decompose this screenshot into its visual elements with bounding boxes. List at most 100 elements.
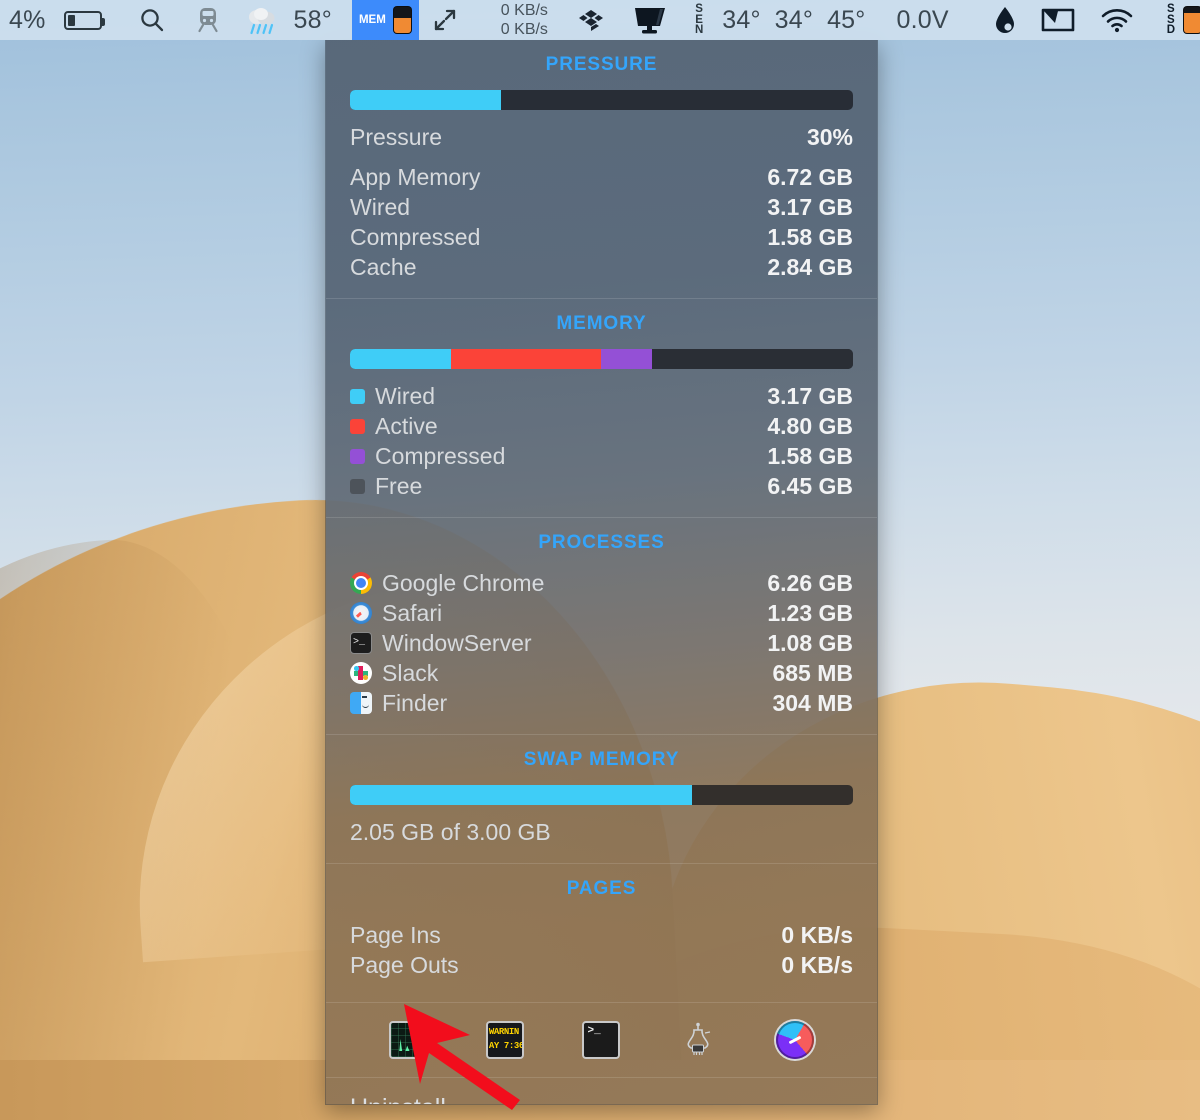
display-item[interactable] [623,0,686,40]
pressure-row-value: 30% [806,124,853,150]
compressed-label: Compressed [350,224,481,250]
wired-label: Wired [350,194,411,220]
spotlight-search-item[interactable] [111,0,187,40]
app-memory-label: App Memory [350,164,481,190]
pages-section-title: PAGES [566,878,637,899]
memory-bar-icon [392,6,412,34]
page-ins-value: 0 KB/s [781,922,853,948]
activity-monitor-icon[interactable] [389,1021,428,1059]
active-swatch [350,418,365,434]
section-swap-memory: SWAP MEMORY 2.05 GB of 3.00 GB [326,734,877,863]
process-row[interactable]: WindowServer 1.08 GB [350,628,853,658]
mem-indicator-item[interactable]: MEM [351,0,419,40]
uninstall-label: Uninstall... [350,1094,467,1104]
memory-bar-seg-wired [350,349,451,369]
process-row[interactable]: Google Chrome 6.26 GB [350,568,853,598]
ssd-item[interactable]: SSD [1158,0,1200,40]
system-information-icon[interactable] [679,1021,717,1059]
pressure-bar [350,90,853,110]
process-row[interactable]: Finder 304 MB [350,688,853,718]
process-row[interactable]: Slack 685 MB [350,658,853,688]
cache-row: Cache 2.84 GB [350,252,853,282]
display-icon [634,8,665,34]
memory-free-label: Free [375,473,423,499]
process-value: 6.26 GB [767,570,853,596]
compressed-value: 1.58 GB [767,224,853,250]
pressure-section-title: PRESSURE [545,54,658,75]
memory-free-value: 6.45 GB [767,473,853,499]
dropbox-item[interactable] [568,0,623,40]
swap-bar [350,785,853,805]
memory-bar-seg-active [450,349,602,369]
sensor-temp-2: 34° [774,5,814,34]
mem-label: MEM [358,13,386,26]
sensors-label: SEN [694,3,704,37]
finder-icon [350,692,372,714]
temperature-item[interactable]: 58° [285,0,352,40]
processes-section-title: PROCESSES [538,532,665,553]
process-row[interactable]: Safari 1.23 GB [350,598,853,628]
dropbox-icon [578,10,603,31]
memory-legend-wired: Wired 3.17 GB [350,381,853,411]
memory-legend-compressed: Compressed 1.58 GB [350,441,853,471]
memory-legend-active: Active 4.80 GB [350,411,853,441]
menu-bar: 4% 58° MEM 0 KB/s 0 KB/s S E N 34° 34° 4… [0,0,1200,40]
process-name: Safari [382,600,443,626]
memory-section-title: MEMORY [556,313,647,334]
sensor-temp-3: 45° [827,5,866,34]
train-icon [197,8,218,33]
memory-active-value: 4.80 GB [767,413,853,439]
temperature-label: 58° [293,5,332,34]
transit-item[interactable] [187,0,236,40]
console-line-1: WARNIN [488,1027,519,1037]
expand-item[interactable] [419,0,483,40]
app-memory-row: App Memory 6.72 GB [350,162,853,192]
stats-settings-icon[interactable] [775,1021,814,1059]
page-ins-label: Page Ins [350,922,441,948]
memory-bar-seg-free [651,349,853,369]
wifi-item[interactable] [1091,0,1158,40]
process-value: 1.23 GB [767,600,853,626]
memory-bar [350,349,853,369]
process-value: 685 MB [772,660,853,686]
humidity-item[interactable] [983,0,1032,40]
wifi-icon [1101,9,1133,33]
terminal-icon [350,632,372,654]
battery-percent-item[interactable]: 4% [0,0,55,40]
tool-shortcuts-row: WARNIN AY 7:36 [326,1002,877,1077]
terminal-icon[interactable] [582,1021,621,1059]
sensor-temps-item[interactable]: 34° 34° 45° [713,0,887,40]
network-download-speed: 0 KB/s [500,21,548,38]
compressed-row: Compressed 1.58 GB [350,222,853,252]
sensors-item[interactable]: SEN [686,0,713,40]
memory-compressed-value: 1.58 GB [767,443,853,469]
uninstall-menu-item[interactable]: Uninstall... [326,1077,877,1104]
console-icon[interactable]: WARNIN AY 7:36 [485,1021,524,1059]
process-name: WindowServer [382,630,532,656]
wired-swatch [350,388,365,404]
ssd-bar-icon [1183,6,1200,34]
cache-value: 2.84 GB [767,254,853,280]
wired-value: 3.17 GB [767,194,853,220]
battery-alt-item[interactable] [1032,0,1091,40]
voltage-item[interactable]: 0.0V [887,0,982,40]
page-outs-row: Page Outs 0 KB/s [350,950,853,980]
swap-usage-row: 2.05 GB of 3.00 GB [350,817,853,847]
process-name: Slack [382,660,439,686]
network-speed: 0 KB/s 0 KB/s [501,1,548,39]
process-value: 1.08 GB [767,630,853,656]
network-upload-speed: 0 KB/s [500,2,548,19]
section-pages: PAGES Page Ins 0 KB/s Page Outs 0 KB/s [326,863,877,1002]
section-pressure: PRESSURE Pressure 30% App Memory 6.72 GB… [326,40,877,298]
page-outs-value: 0 KB/s [781,952,853,978]
search-icon [140,9,163,32]
page-ins-row: Page Ins 0 KB/s [350,920,853,950]
swap-bar-fill [350,785,693,805]
section-memory: MEMORY Wired 3.17 GB Active 4.80 GB Comp… [326,298,877,517]
console-line-2: AY 7:36 [488,1041,524,1051]
weather-item[interactable] [236,0,285,40]
network-speed-item[interactable]: 0 KB/s 0 KB/s [483,0,568,40]
ssd-label: SSD [1166,3,1176,37]
memory-bar-seg-compressed [601,349,652,369]
battery-icon-item[interactable] [55,0,111,40]
